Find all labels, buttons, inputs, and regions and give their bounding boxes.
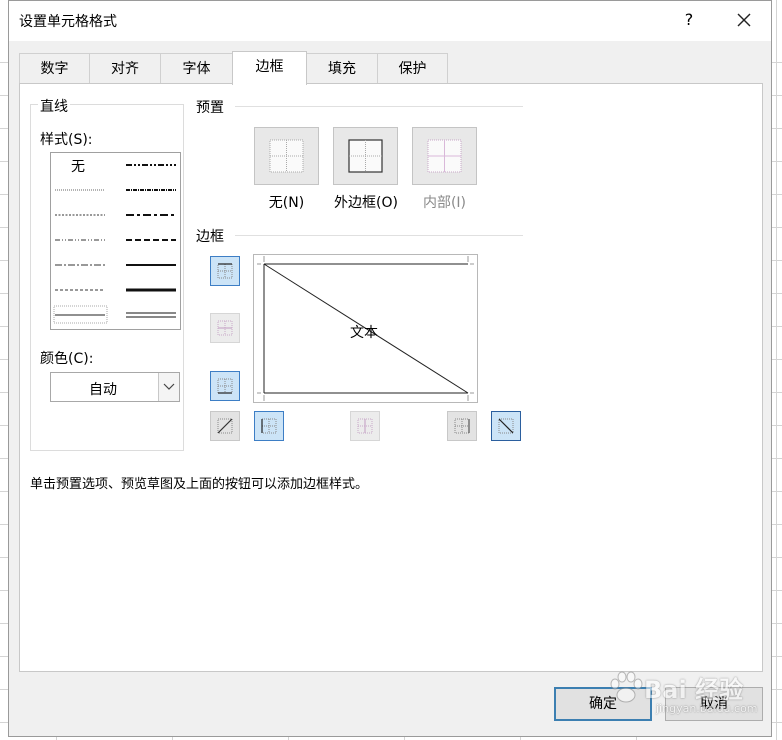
cancel-button[interactable]: 取消 (665, 687, 763, 721)
preset-inside-label: 内部(I) (422, 195, 467, 211)
style-label: 样式(S): (40, 132, 93, 148)
close-button[interactable] (727, 7, 761, 33)
line-style-samples (53, 164, 176, 324)
chevron-down-icon (163, 383, 175, 390)
preset-outline-label: 外边框(O) (334, 195, 398, 211)
border-tab-panel: 直线 样式(S): 无 颜色(C): 自动 预置 无(N) 外边框(O) 内部(… (19, 83, 763, 672)
preset-outline-icon (348, 139, 383, 173)
tab-protection[interactable]: 保护 (377, 53, 448, 84)
presets-title: 预置 (196, 100, 224, 116)
diagonal-up-icon (217, 418, 233, 434)
presets-separator (235, 106, 523, 107)
dialog-title: 设置单元格格式 (19, 14, 117, 30)
tab-alignment[interactable]: 对齐 (89, 53, 161, 84)
preset-outline-button[interactable] (333, 127, 398, 185)
border-preview[interactable]: 文本 (253, 254, 478, 403)
line-group-title: 直线 (38, 96, 70, 116)
hint-text: 单击预置选项、预览草图及上面的按钮可以添加边框样式。 (30, 477, 369, 492)
border-top-button[interactable] (210, 256, 240, 286)
help-button[interactable]: ? (677, 7, 701, 33)
border-left-icon (261, 418, 277, 434)
preset-inside-button[interactable] (412, 127, 477, 185)
border-inside-vertical-icon (357, 418, 373, 434)
border-right-button[interactable] (447, 411, 477, 441)
line-style-list[interactable]: 无 (50, 152, 181, 330)
border-bottom-icon (217, 378, 233, 394)
preview-text: 文本 (350, 325, 378, 341)
border-left-button[interactable] (254, 411, 284, 441)
color-label: 颜色(C): (40, 351, 94, 367)
tab-number[interactable]: 数字 (19, 53, 90, 84)
close-icon (737, 13, 751, 27)
dropdown-arrow[interactable] (158, 373, 179, 401)
border-diagonal-up-button[interactable] (210, 411, 240, 441)
tab-border[interactable]: 边框 (232, 51, 307, 85)
tab-fill[interactable]: 填充 (306, 53, 378, 84)
preset-none-icon (269, 139, 304, 173)
border-bottom-button[interactable] (210, 371, 240, 401)
ok-button[interactable]: 确定 (554, 687, 652, 721)
border-inside-horizontal-button[interactable] (210, 313, 240, 343)
border-inside-vertical-button[interactable] (350, 411, 380, 441)
border-top-icon (217, 263, 233, 279)
border-right-icon (454, 418, 470, 434)
border-diagonal-down-button[interactable] (491, 411, 521, 441)
color-value: 自动 (89, 382, 117, 398)
border-inside-horizontal-icon (217, 320, 233, 336)
border-title: 边框 (196, 229, 224, 245)
border-separator (235, 235, 523, 236)
preset-none-label: 无(N) (268, 195, 305, 211)
title-bar: 设置单元格格式 ? (9, 1, 771, 41)
color-dropdown[interactable]: 自动 (50, 372, 180, 402)
tab-font[interactable]: 字体 (160, 53, 233, 84)
preset-none-button[interactable] (254, 127, 319, 185)
format-cells-dialog: 设置单元格格式 ? 数字 对齐 字体 边框 填充 保护 直线 样式(S): 无 (8, 0, 772, 737)
preset-inside-icon (427, 139, 462, 173)
diagonal-down-icon (498, 418, 514, 434)
